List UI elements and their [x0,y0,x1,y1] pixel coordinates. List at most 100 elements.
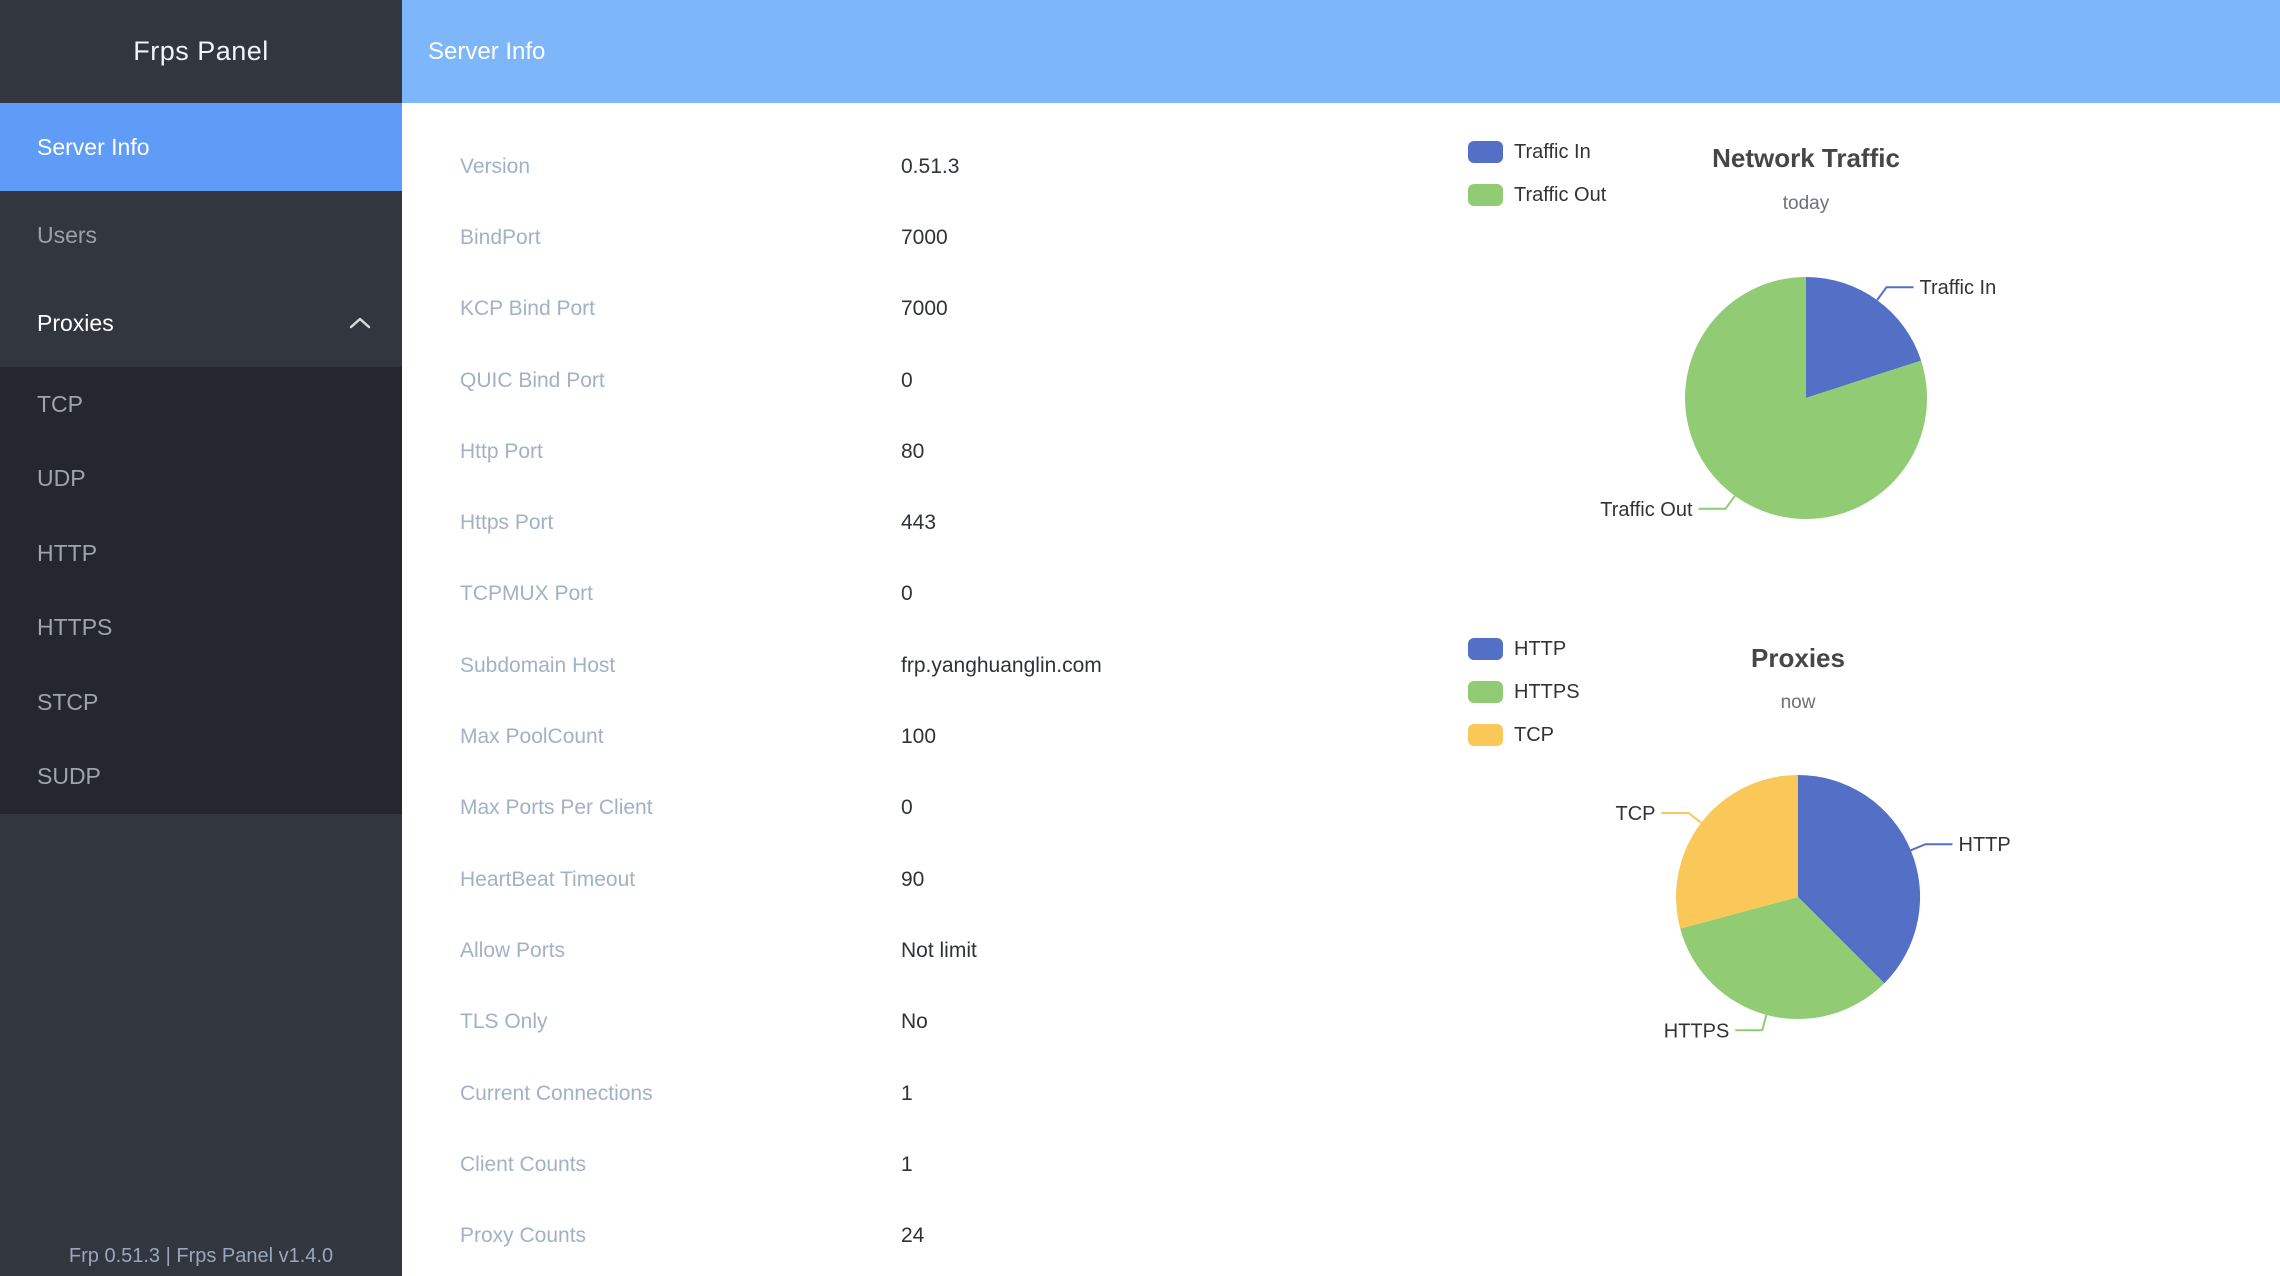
sidebar-item-label: Proxies [37,310,114,337]
info-value: 100 [901,725,936,749]
info-label: Http Port [460,440,901,464]
legend-item-http[interactable]: HTTP [1468,638,1580,660]
info-row-proxy-counts: Proxy Counts24 [460,1200,1440,1271]
submenu-item-tcp[interactable]: TCP [0,367,402,442]
submenu-item-label: STCP [37,689,98,716]
info-label: TCPMUX Port [460,582,901,606]
info-label: HeartBeat Timeout [460,868,901,892]
app-title: Frps Panel [0,0,402,103]
pie-chart-proxies: HTTP HTTPS TCP [1540,740,2140,1100]
info-row-quic-bind-port: QUIC Bind Port0 [460,345,1440,416]
info-row-tcpmux-port: TCPMUX Port0 [460,559,1440,630]
pie-label-line-tcp [1662,813,1702,823]
info-row-bindport: BindPort7000 [460,202,1440,273]
legend-label: HTTP [1514,638,1566,661]
info-value: 7000 [901,297,948,321]
topbar: Server Info [402,0,2280,103]
legend-swatch-traffic-in [1468,141,1503,163]
pie-label-https: HTTPS [1664,1020,1730,1042]
submenu-item-sudp[interactable]: SUDP [0,740,402,815]
info-row-version: Version0.51.3 [460,131,1440,202]
info-row-max-ports-per-client: Max Ports Per Client0 [460,773,1440,844]
info-value: 443 [901,511,936,535]
legend-network-traffic: Traffic In Traffic Out [1468,141,1606,227]
chart-subtitle-proxies: now [1538,692,2058,714]
info-row-max-poolcount: Max PoolCount100 [460,701,1440,772]
submenu-item-label: HTTPS [37,614,112,641]
chart-title-network-traffic: Network Traffic [1546,143,2066,174]
submenu-item-label: TCP [37,391,83,418]
info-value: 0 [901,369,913,393]
info-row-tls-only: TLS OnlyNo [460,987,1440,1058]
info-label: Max PoolCount [460,725,901,749]
pie-label-line-traffic-in [1877,287,1913,300]
info-row-allow-ports: Allow PortsNot limit [460,915,1440,986]
version-footer: Frp 0.51.3 | Frps Panel v1.4.0 [0,1245,402,1268]
sidebar-item-label: Server Info [37,134,150,161]
legend-swatch-tcp [1468,724,1503,746]
info-row-http-port: Http Port80 [460,416,1440,487]
info-label: Version [460,155,901,179]
info-row-subdomain-host: Subdomain Hostfrp.yanghuanglin.com [460,630,1440,701]
page-title: Server Info [428,38,545,66]
server-info-list: Version0.51.3BindPort7000KCP Bind Port70… [460,131,1440,1272]
info-value: Not limit [901,939,977,963]
info-value: 0 [901,796,913,820]
submenu-item-udp[interactable]: UDP [0,442,402,517]
pie-chart-network-traffic: Traffic In Traffic Out [1540,240,2140,560]
info-row-https-port: Https Port443 [460,487,1440,558]
sidebar: Frps Panel Server Info Users Proxies TCP UDP… [0,0,402,1276]
info-row-current-connections: Current Connections1 [460,1058,1440,1129]
info-label: Current Connections [460,1082,901,1106]
legend-swatch-http [1468,638,1503,660]
legend-swatch-traffic-out [1468,184,1503,206]
info-label: Https Port [460,511,901,535]
info-label: Subdomain Host [460,654,901,678]
pie-label-http: HTTP [1959,834,2011,856]
submenu-item-label: SUDP [37,763,101,790]
info-label: Allow Ports [460,939,901,963]
info-label: Client Counts [460,1153,901,1177]
submenu-item-http[interactable]: HTTP [0,516,402,591]
pie-label-tcp: TCP [1616,803,1656,825]
legend-item-traffic-in[interactable]: Traffic In [1468,141,1606,163]
info-value: 7000 [901,226,948,250]
sidebar-item-proxies[interactable]: Proxies [0,279,402,367]
pie-label-traffic-out: Traffic Out [1600,499,1693,521]
info-value: 0.51.3 [901,155,959,179]
submenu-item-label: UDP [37,465,86,492]
submenu-item-label: HTTP [37,540,97,567]
info-label: QUIC Bind Port [460,369,901,393]
info-value: 0 [901,582,913,606]
chart-title-proxies: Proxies [1538,643,2058,674]
info-value: 1 [901,1082,913,1106]
legend-label: Traffic In [1514,141,1591,164]
info-row-client-counts: Client Counts1 [460,1129,1440,1200]
info-value: 80 [901,440,924,464]
legend-label: HTTPS [1514,681,1580,704]
legend-label: Traffic Out [1514,184,1606,207]
info-label: TLS Only [460,1010,901,1034]
chevron-up-icon [348,316,372,330]
legend-item-https[interactable]: HTTPS [1468,681,1580,703]
legend-swatch-https [1468,681,1503,703]
submenu-item-https[interactable]: HTTPS [0,591,402,666]
info-label: KCP Bind Port [460,297,901,321]
pie-label-line-http [1911,844,1953,850]
info-label: Max Ports Per Client [460,796,901,820]
info-value: 24 [901,1224,924,1248]
pie-label-line-traffic-out [1699,496,1735,509]
pie-label-line-https [1735,1015,1766,1031]
legend-item-traffic-out[interactable]: Traffic Out [1468,184,1606,206]
submenu-item-stcp[interactable]: STCP [0,665,402,740]
info-label: BindPort [460,226,901,250]
sidebar-item-server-info[interactable]: Server Info [0,103,402,191]
sidebar-item-label: Users [37,222,97,249]
info-row-kcp-bind-port: KCP Bind Port7000 [460,274,1440,345]
pie-label-traffic-in: Traffic In [1920,277,1997,299]
info-value: frp.yanghuanglin.com [901,654,1102,678]
info-value: 1 [901,1153,913,1177]
sidebar-item-users[interactable]: Users [0,191,402,279]
chart-subtitle-network-traffic: today [1546,193,2066,215]
info-row-heartbeat-timeout: HeartBeat Timeout90 [460,844,1440,915]
